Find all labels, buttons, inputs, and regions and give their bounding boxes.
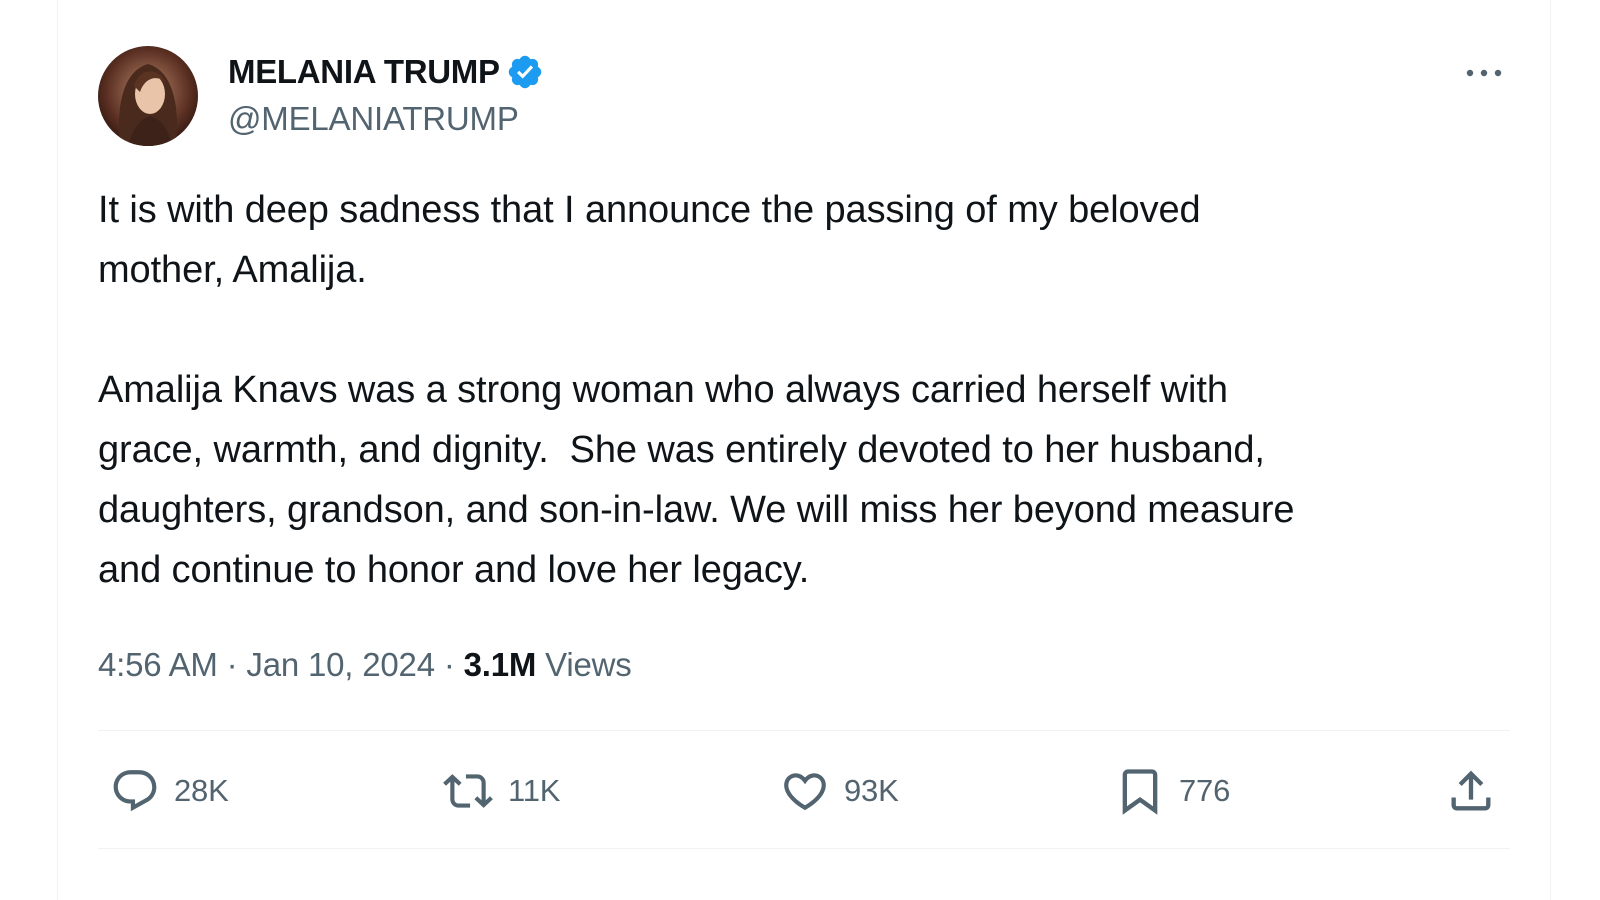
share-icon <box>1451 770 1491 811</box>
meta-separator: · <box>217 646 247 683</box>
share-button[interactable] <box>1444 760 1498 822</box>
like-count: 93K <box>844 773 899 808</box>
reply-button[interactable]: 28K <box>108 760 229 822</box>
tweet-meta: 4:56 AM · Jan 10, 2024 · 3.1M Views <box>98 640 632 690</box>
divider <box>98 848 1510 849</box>
bookmark-icon <box>1122 769 1158 815</box>
repost-button[interactable]: 11K <box>440 760 560 822</box>
author-name[interactable]: MELANIA TRUMP <box>228 53 500 91</box>
bookmark-button[interactable]: 776 <box>1113 760 1230 822</box>
verified-badge-icon[interactable] <box>506 53 544 91</box>
avatar[interactable] <box>98 46 198 146</box>
timeline-left-border <box>57 0 58 900</box>
more-dots-icon <box>1466 69 1502 77</box>
views-count[interactable]: 3.1M <box>464 646 537 684</box>
tweet-text: It is with deep sadness that I announce … <box>98 180 1510 600</box>
repost-icon <box>443 774 493 808</box>
repost-count: 11K <box>508 773 561 808</box>
avatar-photo <box>98 46 198 146</box>
reply-icon <box>113 770 157 812</box>
meta-separator: · <box>434 646 464 683</box>
divider <box>98 730 1510 731</box>
reply-count: 28K <box>174 773 229 808</box>
tweet-paragraph: It is with deep sadness that I announce … <box>98 189 1201 291</box>
tweet-paragraph: Amalija Knavs was a strong woman who alw… <box>98 369 1295 591</box>
bookmark-count: 776 <box>1179 773 1231 808</box>
timeline-right-border <box>1550 0 1551 900</box>
tweet-time[interactable]: 4:56 AM <box>98 646 218 684</box>
author-name-row[interactable]: MELANIA TRUMP <box>228 50 544 94</box>
like-button[interactable]: 93K <box>778 760 899 822</box>
author-handle[interactable]: @MELANIATRUMP <box>228 100 519 138</box>
more-options-button[interactable] <box>1458 56 1510 90</box>
heart-icon <box>784 773 826 811</box>
views-label: Views <box>536 646 632 683</box>
action-bar: 28K 11K 93K 776 <box>98 760 1510 822</box>
tweet: MELANIA TRUMP @MELANIATRUMP It is with d… <box>98 0 1510 900</box>
tweet-date[interactable]: Jan 10, 2024 <box>246 646 435 684</box>
